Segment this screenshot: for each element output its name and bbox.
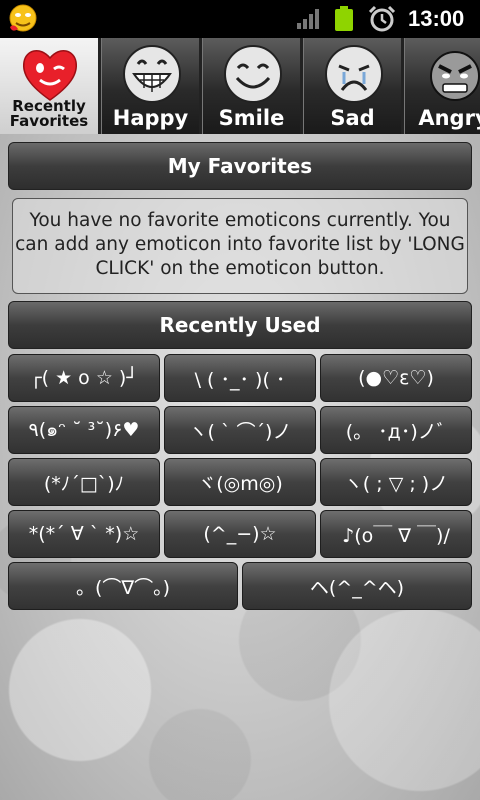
emoticon-app-icon xyxy=(9,4,37,32)
tab-label: Angry xyxy=(418,106,480,130)
emoticon-button[interactable]: ヘ(^_^ヘ) xyxy=(242,562,472,610)
emoticon-button[interactable]: 。(⌒∇⌒。) xyxy=(8,562,238,610)
tab-label: Happy xyxy=(112,106,189,130)
tab-smile[interactable]: Smile xyxy=(202,38,300,134)
emoticon-button[interactable]: ♪(o￣ ∇ ￣)/ xyxy=(320,510,472,558)
clock: 13:00 xyxy=(408,6,465,31)
emoticon-button[interactable]: ヽ( ` ⌒´)ノ xyxy=(164,406,316,454)
tab-sad[interactable]: Sad xyxy=(303,38,401,134)
emoticon-button[interactable]: ٩(๑ᵔ ˘ ³˘)۶♥ xyxy=(8,406,160,454)
tab-label: Recently Favorites xyxy=(9,97,89,130)
tab-recently-favorites[interactable]: Recently Favorites xyxy=(0,38,98,134)
emoticon-button[interactable]: ヾ(◎m◎) xyxy=(164,458,316,506)
smile-face-icon xyxy=(224,45,282,103)
grin-face-icon xyxy=(123,45,181,103)
emoticon-button[interactable]: ┌( ★ o ☆ )┘ xyxy=(8,354,160,402)
sad-face-icon xyxy=(325,45,383,103)
emoticon-button[interactable]: (。 ･д･)ノﾞ xyxy=(320,406,472,454)
emoticon-button[interactable]: (●♡ε♡) xyxy=(320,354,472,402)
battery-icon xyxy=(335,6,353,31)
tab-angry[interactable]: Angry xyxy=(404,38,480,134)
tab-label: Sad xyxy=(330,106,375,130)
emoticon-button[interactable]: (^_−)☆ xyxy=(164,510,316,558)
category-tabbar: Recently Favorites Happy Smile Sad Angr xyxy=(0,38,480,134)
tab-label: Smile xyxy=(218,106,285,130)
emoticon-button[interactable]: ヽ( ; ▽ ; )ノ xyxy=(320,458,472,506)
favorites-empty-message: You have no favorite emoticons currently… xyxy=(12,198,468,294)
signal-icon xyxy=(297,9,319,29)
angry-face-icon xyxy=(430,51,480,101)
status-bar: 13:00 xyxy=(0,0,480,38)
favorites-header: My Favorites xyxy=(8,142,472,190)
recent-header: Recently Used xyxy=(8,301,472,349)
emoticon-button[interactable]: \ ( ･_･ )( ･ xyxy=(164,354,316,402)
heart-wink-face-icon xyxy=(22,50,78,101)
emoticon-button[interactable]: *(*´ ∀ ` *)☆ xyxy=(8,510,160,558)
tab-happy[interactable]: Happy xyxy=(101,38,199,134)
alarm-icon xyxy=(368,5,396,32)
emoticon-button[interactable]: (*ﾉ´□`)ﾉ xyxy=(8,458,160,506)
